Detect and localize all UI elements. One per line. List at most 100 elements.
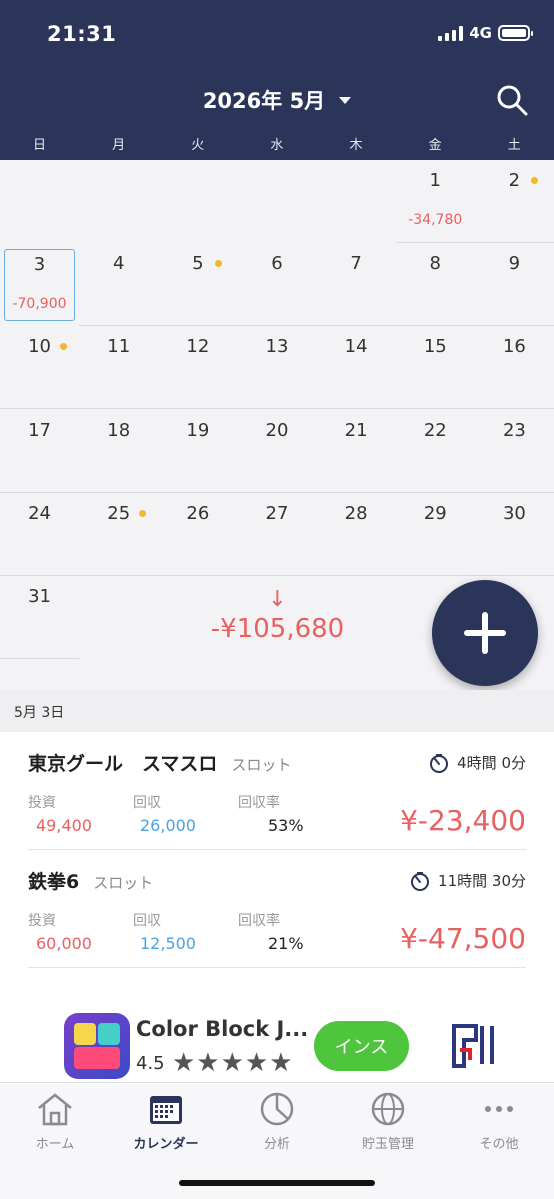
tab-label: 貯玉管理 [361, 1137, 414, 1152]
day-number: 28 [344, 502, 368, 524]
calendar-icon [150, 1096, 182, 1124]
day-number: 3 [33, 254, 46, 276]
timer-icon [411, 871, 430, 891]
tab-label: 分析 [263, 1137, 290, 1152]
entry-result: ¥-47,500 [400, 922, 526, 955]
day-number: 1 [429, 170, 441, 191]
weekday-row: 日月火水木金土 [0, 134, 554, 156]
calendar-day[interactable]: 20 [237, 410, 317, 493]
star-rating-icon: ★★★★★ [172, 1048, 294, 1078]
day-number: 30 [502, 502, 526, 524]
calendar-day[interactable]: 16 [474, 326, 554, 410]
calendar-day[interactable]: 21 [316, 410, 396, 493]
day-number: 23 [502, 419, 526, 441]
tab-savings[interactable]: 貯玉管理 [333, 1091, 443, 1152]
calendar-day[interactable]: 9 [474, 243, 554, 327]
ad-logo-icon [452, 1024, 494, 1068]
month-total: ↓ -¥105,680 [190, 588, 365, 645]
chevron-down-icon [339, 96, 352, 104]
home-indicator [179, 1180, 375, 1186]
calendar-day[interactable]: 31 [0, 576, 80, 659]
day-amount: -34,780 [408, 212, 463, 228]
timer-icon [430, 753, 449, 773]
ad-install-button[interactable]: インス [314, 1021, 409, 1071]
calendar-day[interactable]: 12 [158, 326, 238, 410]
calendar-day[interactable]: 25 [79, 493, 159, 576]
calendar-day[interactable]: 29 [395, 493, 475, 576]
weekday-label: 水 [270, 138, 284, 153]
session-entry[interactable]: 鉄拳6 スロット 11時間 30分 投資 回収 回収率 60,000 12,500 21% ¥-4… [28, 852, 526, 968]
day-number: 2 [508, 170, 521, 191]
entry-category: スロット [93, 874, 154, 892]
calendar-day[interactable]: 24 [0, 493, 80, 576]
calendar-day[interactable]: 11 [79, 326, 159, 410]
return-label: 回収 [133, 913, 161, 929]
calendar-day[interactable]: 14 [316, 326, 396, 410]
tab-label: その他 [479, 1137, 519, 1152]
invest-label: 投資 [28, 913, 56, 929]
day-number: 14 [344, 336, 368, 358]
entry-category: スロット [231, 756, 292, 774]
calendar-day[interactable]: 7 [316, 243, 396, 327]
calendar-day[interactable]: 13 [237, 326, 317, 410]
tab-home[interactable]: ホーム [0, 1091, 110, 1152]
calendar-day[interactable]: 26 [158, 493, 238, 576]
tab-label: ホーム [35, 1137, 75, 1152]
calendar-day[interactable]: 2 [474, 160, 554, 243]
calendar-day[interactable]: 28 [316, 493, 396, 576]
session-entry[interactable]: 東京グール スマスロ スロット 4時間 0分 投資 回収 回収率 49,400 26,000 5… [28, 734, 526, 850]
weekday-label: 金 [428, 138, 442, 153]
record-dot-icon [214, 260, 222, 268]
tab-more[interactable]: その他 [444, 1091, 554, 1152]
day-number: 19 [186, 419, 210, 441]
calendar-day[interactable]: 4 [79, 243, 159, 327]
day-number: 6 [271, 253, 283, 275]
calendar-day[interactable]: 19 [158, 410, 238, 493]
record-dot-icon [59, 343, 67, 351]
signal-icon [438, 25, 464, 41]
day-number: 25 [107, 502, 131, 524]
entry-machine-name: 鉄拳6 スロット [28, 871, 154, 893]
calendar-day[interactable]: 30 [474, 493, 554, 576]
pie-chart-icon [260, 1092, 294, 1126]
day-number: 31 [28, 586, 52, 607]
day-number: 7 [350, 253, 362, 275]
add-entry-button[interactable] [432, 580, 538, 686]
globe-icon [371, 1092, 405, 1126]
calendar-day[interactable]: 22 [395, 410, 475, 493]
ad-banner[interactable]: Color Block J... 4.5 ★★★★★ インス [50, 1010, 504, 1082]
calendar-day[interactable]: 15 [395, 326, 475, 410]
calendar-day[interactable]: 18 [79, 410, 159, 493]
calendar-day[interactable]: 27 [237, 493, 317, 576]
day-number: 5 [192, 253, 204, 275]
tab-calendar[interactable]: カレンダー [111, 1091, 221, 1152]
entry-duration: 11時間 30分 [410, 870, 526, 891]
weekday-label: 木 [349, 138, 363, 153]
invest-label: 投資 [28, 795, 56, 811]
day-number: 18 [107, 419, 131, 441]
calendar-day[interactable]: 17 [0, 410, 80, 493]
selected-date-header: 5月 3日 [0, 690, 554, 732]
day-number: 26 [186, 502, 210, 524]
calendar-day[interactable]: 8 [395, 243, 475, 327]
weekday-label: 土 [507, 138, 521, 153]
calendar-day[interactable]: 1 -34,780 [395, 160, 475, 243]
day-number: 11 [107, 336, 131, 358]
calendar-day[interactable]: 6 [237, 243, 317, 327]
home-icon [38, 1093, 72, 1126]
tab-analysis[interactable]: 分析 [222, 1091, 332, 1152]
calendar-day[interactable]: 5 [158, 243, 238, 327]
return-label: 回収 [133, 795, 161, 811]
calendar-day[interactable]: 10 [0, 326, 80, 410]
calendar-day[interactable]: 3 -70,900 [4, 249, 75, 322]
search-button[interactable] [494, 82, 530, 118]
rate-value: 53% [268, 816, 304, 835]
tab-label: カレンダー [133, 1137, 199, 1152]
month-selector[interactable]: 2026年 5月 [0, 85, 554, 115]
calendar-day[interactable]: 23 [474, 410, 554, 493]
day-amount: -70,900 [12, 296, 67, 313]
rate-label: 回収率 [238, 795, 280, 811]
day-number: 17 [28, 419, 52, 441]
entry-machine-name: 東京グール スマスロ スロット [28, 753, 292, 775]
record-dot-icon [138, 509, 146, 517]
